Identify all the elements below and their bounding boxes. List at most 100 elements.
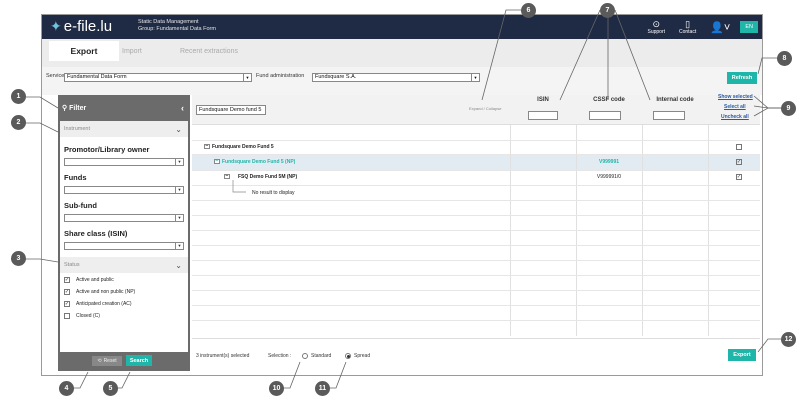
collapse-toggle-icon[interactable]: −	[214, 159, 220, 165]
logo[interactable]: ✦ e-file.lu	[50, 18, 112, 35]
funds-label: Funds	[64, 173, 87, 182]
radio-spread[interactable]: Spread	[345, 353, 370, 359]
export-button[interactable]: Export	[728, 349, 756, 361]
instrument-section[interactable]: Instrument ⌄	[60, 121, 188, 137]
support-button[interactable]: ⊙ Support	[647, 19, 665, 35]
checkbox-unchecked[interactable]	[64, 313, 70, 319]
status-section-label: Status	[64, 262, 80, 268]
fund-admin-label: Fund administration	[256, 73, 305, 79]
status-label: Anticipated creation (AC)	[76, 301, 132, 307]
table-row[interactable]: − Fundsquare Demo Fund 5	[204, 144, 274, 150]
status-active-public[interactable]: ✓ Active and public	[64, 277, 114, 283]
chevron-down-icon: ▼	[175, 187, 183, 193]
phone-icon: ▯	[685, 19, 691, 29]
row-divider	[192, 200, 760, 201]
callout-9: 9	[781, 101, 796, 116]
chevron-down-icon: ▼	[175, 215, 183, 221]
radio-unselected[interactable]	[302, 353, 308, 359]
row-divider	[192, 275, 760, 276]
tab-import[interactable]: Import	[122, 43, 142, 59]
top-bar: ✦ e-file.lu Static Data Management Group:…	[42, 15, 762, 39]
callout-8: 8	[777, 51, 792, 66]
row-checkbox-checked[interactable]: ✓	[736, 174, 742, 180]
collapse-toggle-icon[interactable]: −	[204, 144, 210, 150]
row-checkbox-unchecked[interactable]	[736, 144, 742, 150]
callout-12: 12	[781, 332, 796, 347]
checkbox-checked[interactable]: ✓	[64, 289, 70, 295]
funds-select[interactable]: ▼	[64, 186, 184, 194]
callout-4: 4	[59, 381, 74, 396]
table-row[interactable]: − Fundsquare Demo Fund 5 (NP)	[214, 159, 295, 165]
logo-icon: ✦	[50, 18, 62, 34]
callout-3: 3	[11, 251, 26, 266]
column-isin[interactable]: ISIN	[510, 97, 576, 103]
collapse-toggle-icon[interactable]: −	[224, 174, 230, 180]
filter-title: Filter	[69, 104, 87, 112]
reset-button[interactable]: ⟲ Reset	[92, 356, 122, 366]
status-anticipated[interactable]: ✓ Anticipated creation (AC)	[64, 301, 132, 307]
status-closed[interactable]: Closed (C)	[64, 313, 100, 319]
grid-search-input[interactable]: Fundsquare Demo fund 5	[196, 105, 266, 115]
selection-label: Selection :	[268, 353, 292, 359]
subtitle-line-2: Group: Fundamental Data Form	[138, 26, 216, 32]
service-select[interactable]: Fundamental Data Form ▼	[64, 73, 252, 82]
top-icons: ⊙ Support ▯ Contact 👤˅ EN	[647, 15, 762, 39]
tab-recent-extractions[interactable]: Recent extractions	[180, 43, 238, 59]
checkbox-checked[interactable]: ✓	[64, 301, 70, 307]
chevron-down-icon: ⌄	[175, 260, 182, 270]
service-value: Fundamental Data Form	[67, 74, 127, 80]
user-menu-icon[interactable]: 👤˅	[710, 21, 730, 34]
internal-code-filter-input[interactable]	[653, 111, 685, 120]
status-active-nonpublic[interactable]: ✓ Active and non public (NP)	[64, 289, 135, 295]
row-divider	[192, 185, 760, 186]
subfund-select[interactable]: ▼	[64, 214, 184, 222]
column-cssf-code[interactable]: CSSF code	[576, 97, 642, 103]
no-result-text: No result to display	[252, 190, 295, 196]
isin-filter-input[interactable]	[528, 111, 558, 120]
fund-admin-select[interactable]: Fundsquare S.A. ▼	[312, 73, 480, 82]
filter-panel: ⚲ Filter ‹ Instrument ⌄ Promotor/Library…	[58, 95, 190, 371]
row-checkbox-checked[interactable]: ✓	[736, 159, 742, 165]
row-divider	[192, 260, 760, 261]
status-label: Active and non public (NP)	[76, 289, 136, 295]
column-internal-code[interactable]: Internal code	[642, 97, 708, 103]
shareclass-select[interactable]: ▼	[64, 242, 184, 250]
chevron-down-icon: ⌄	[175, 124, 182, 134]
row-name: Fundsquare Demo Fund 5	[212, 144, 274, 150]
subfund-label: Sub-fund	[64, 201, 97, 210]
reset-icon: ⟲	[97, 358, 102, 364]
tab-export[interactable]: Export	[49, 41, 119, 61]
callout-11: 11	[315, 381, 330, 396]
collapse-panel-icon[interactable]: ‹	[181, 103, 184, 113]
grid-footer: 3 instrument(s) selected Selection : Sta…	[192, 338, 760, 371]
uncheck-all-link[interactable]: Uncheck all	[721, 114, 749, 120]
search-button[interactable]: Search	[126, 355, 152, 366]
show-selected-link[interactable]: Show selected	[718, 94, 753, 100]
promotor-select[interactable]: ▼	[64, 158, 184, 166]
contact-button[interactable]: ▯ Contact	[679, 19, 696, 35]
chevron-down-icon: ▼	[175, 159, 183, 165]
status-section[interactable]: Status ⌄	[60, 257, 188, 273]
row-divider	[192, 140, 760, 141]
results-grid: Fundsquare Demo fund 5 Expand / Collapse…	[192, 94, 760, 336]
radio-standard[interactable]: Standard	[302, 353, 331, 359]
spread-label: Spread	[354, 353, 371, 359]
select-all-link[interactable]: Select all	[724, 104, 746, 110]
row-divider	[192, 170, 760, 171]
filter-body: Instrument ⌄ Promotor/Library owner ▼ Fu…	[60, 121, 188, 352]
cssf-filter-input[interactable]	[589, 111, 621, 120]
filter-header: ⚲ Filter ‹	[58, 95, 190, 121]
logo-text: e-file.lu	[63, 18, 113, 35]
expand-collapse-link[interactable]: Expand / Collapse	[469, 106, 501, 111]
checkbox-checked[interactable]: ✓	[64, 277, 70, 283]
grid-header: Fundsquare Demo fund 5 Expand / Collapse…	[192, 94, 760, 125]
refresh-button[interactable]: Refresh	[727, 72, 757, 84]
status-label: Active and public	[76, 277, 114, 283]
tree-connector	[232, 180, 246, 193]
radio-selected[interactable]	[345, 353, 351, 359]
subtitle-line-1: Static Data Management	[138, 19, 199, 25]
language-button[interactable]: EN	[740, 21, 758, 33]
instrument-section-label: Instrument	[64, 126, 90, 132]
callout-7: 7	[600, 3, 615, 18]
service-label: Service:	[46, 73, 66, 79]
